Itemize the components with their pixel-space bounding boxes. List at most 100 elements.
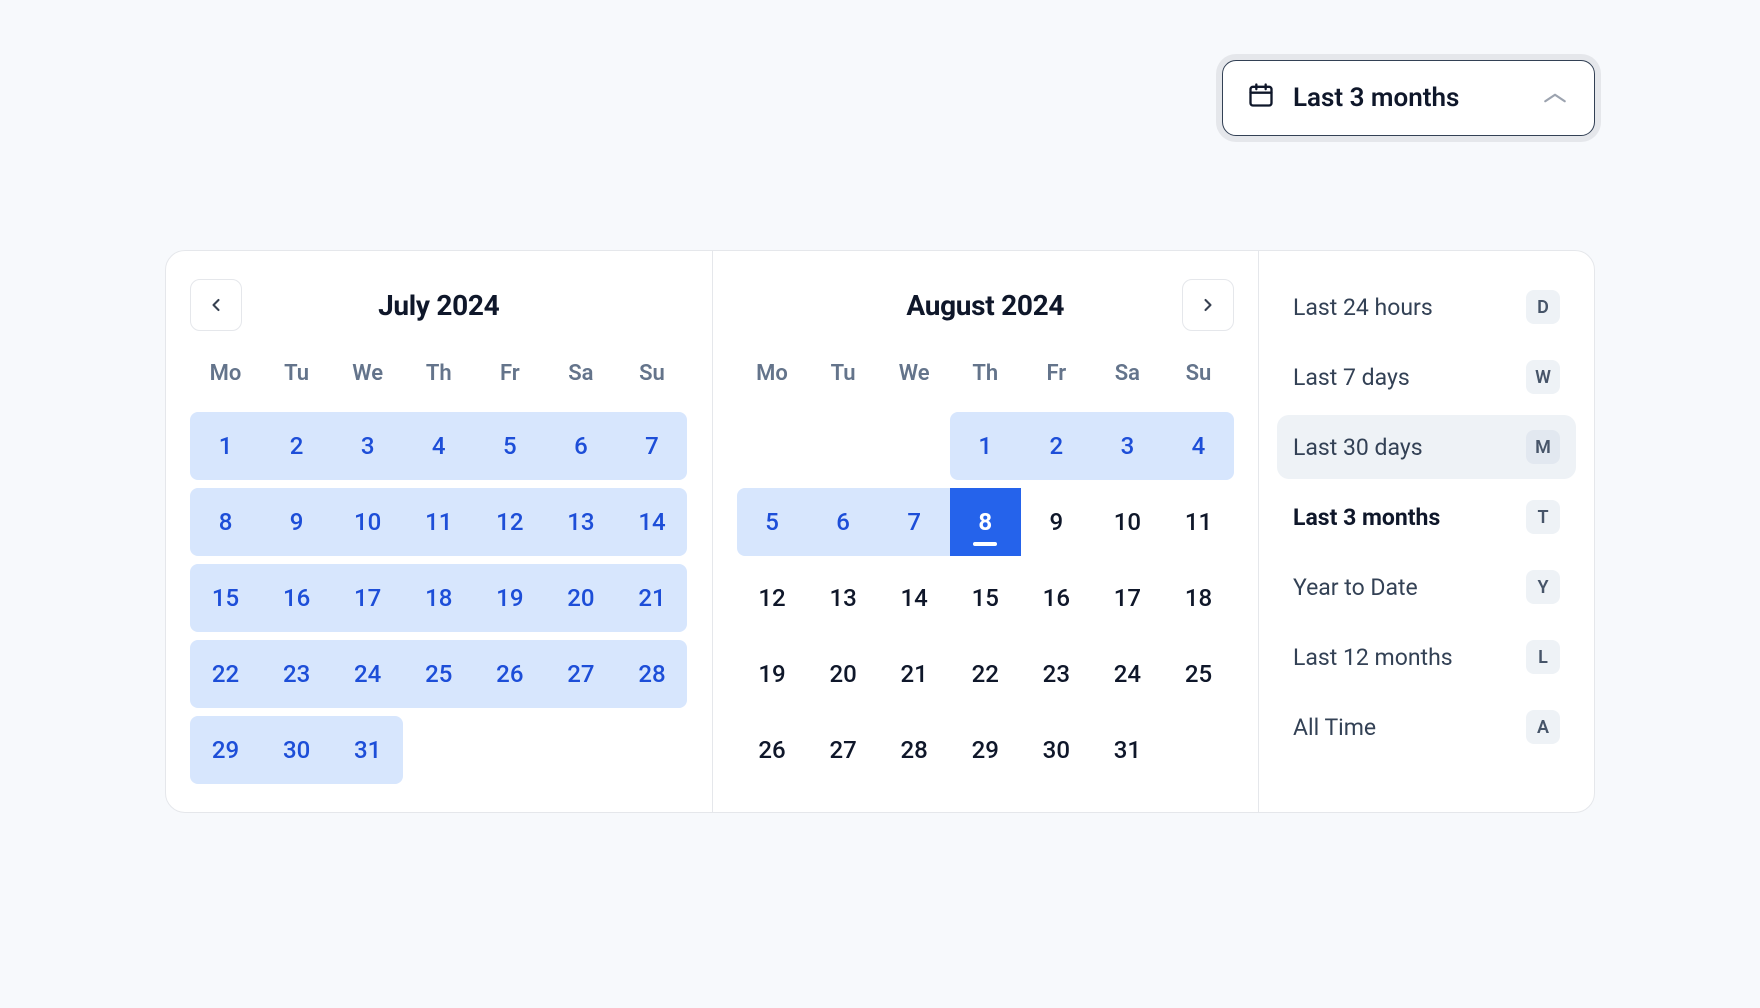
preset-option[interactable]: Last 30 daysM <box>1277 415 1576 479</box>
calendar-day[interactable]: 2 <box>1021 412 1092 480</box>
calendar-day[interactable]: 17 <box>332 564 403 632</box>
calendar-day <box>545 716 616 784</box>
preset-label: Last 3 months <box>1293 504 1440 531</box>
calendar-day[interactable]: 24 <box>1092 640 1163 708</box>
calendar-day[interactable]: 23 <box>261 640 332 708</box>
calendar-day[interactable]: 13 <box>808 564 879 632</box>
month-title: August 2024 <box>906 289 1064 322</box>
next-month-button[interactable] <box>1182 279 1234 331</box>
calendar-day[interactable]: 10 <box>332 488 403 556</box>
preset-option[interactable]: Year to Date Y <box>1277 555 1576 619</box>
calendar-day[interactable]: 15 <box>190 564 261 632</box>
calendar-day[interactable]: 3 <box>1092 412 1163 480</box>
calendar-day[interactable]: 27 <box>545 640 616 708</box>
calendar-day[interactable]: 16 <box>261 564 332 632</box>
calendar-day[interactable]: 29 <box>190 716 261 784</box>
calendar-day[interactable]: 11 <box>1163 488 1234 556</box>
calendar-day[interactable]: 31 <box>1092 716 1163 784</box>
weekday-header: Th <box>950 361 1021 404</box>
calendar-day[interactable]: 11 <box>403 488 474 556</box>
calendar-day[interactable]: 12 <box>737 564 808 632</box>
calendar-day[interactable]: 31 <box>332 716 403 784</box>
preset-label: Year to Date <box>1293 574 1418 601</box>
calendar-day[interactable]: 6 <box>545 412 616 480</box>
weekday-header: Th <box>403 361 474 404</box>
calendar-day[interactable]: 14 <box>616 488 687 556</box>
calendar-day[interactable]: 20 <box>545 564 616 632</box>
calendar-day[interactable]: 20 <box>808 640 879 708</box>
date-range-panel: July 2024MoTuWeThFrSaSu12345678910111213… <box>165 250 1595 813</box>
weekday-header: We <box>332 361 403 404</box>
preset-label: All Time <box>1293 714 1376 741</box>
calendar-day[interactable]: 12 <box>474 488 545 556</box>
preset-label: Last 30 days <box>1293 434 1423 461</box>
calendar-day[interactable]: 19 <box>737 640 808 708</box>
chevron-up-icon <box>1540 89 1570 107</box>
calendar-day[interactable]: 28 <box>616 640 687 708</box>
calendar-day[interactable]: 1 <box>950 412 1021 480</box>
date-range-trigger-label: Last 3 months <box>1293 83 1459 113</box>
calendar-day[interactable]: 1 <box>190 412 261 480</box>
calendar-day[interactable]: 9 <box>261 488 332 556</box>
calendar-day[interactable]: 9 <box>1021 488 1092 556</box>
calendar-day[interactable]: 13 <box>545 488 616 556</box>
calendar-day[interactable]: 18 <box>1163 564 1234 632</box>
calendar-day[interactable]: 5 <box>737 488 808 556</box>
calendar-day[interactable]: 4 <box>403 412 474 480</box>
weekday-header: Sa <box>545 361 616 404</box>
calendar-day-today[interactable]: 8 <box>950 488 1021 556</box>
preset-shortcut-key: A <box>1526 710 1560 744</box>
month-title: July 2024 <box>378 289 499 322</box>
calendar-day[interactable]: 27 <box>808 716 879 784</box>
calendar-day[interactable]: 26 <box>737 716 808 784</box>
weekday-header: Mo <box>737 361 808 404</box>
preset-option[interactable]: Last 24 hoursD <box>1277 275 1576 339</box>
calendar-day[interactable]: 30 <box>261 716 332 784</box>
calendar-day[interactable]: 4 <box>1163 412 1234 480</box>
calendar-day[interactable]: 22 <box>950 640 1021 708</box>
calendar-day[interactable]: 24 <box>332 640 403 708</box>
calendar-day[interactable]: 26 <box>474 640 545 708</box>
calendar-day[interactable]: 18 <box>403 564 474 632</box>
date-range-trigger[interactable]: Last 3 months <box>1222 60 1595 136</box>
calendar-day[interactable]: 14 <box>879 564 950 632</box>
calendar-day[interactable]: 7 <box>616 412 687 480</box>
calendar-day[interactable]: 29 <box>950 716 1021 784</box>
preset-option[interactable]: Last 7 daysW <box>1277 345 1576 409</box>
preset-option[interactable]: Last 12 months L <box>1277 625 1576 689</box>
calendar-day[interactable]: 7 <box>879 488 950 556</box>
calendar-day[interactable]: 25 <box>1163 640 1234 708</box>
weekday-header: Tu <box>261 361 332 404</box>
preset-option[interactable]: Last 3 monthsT <box>1277 485 1576 549</box>
calendar-day[interactable]: 8 <box>190 488 261 556</box>
calendar-day[interactable]: 5 <box>474 412 545 480</box>
calendar-day[interactable]: 21 <box>879 640 950 708</box>
calendar-day <box>808 412 879 480</box>
preset-shortcut-key: Y <box>1526 570 1560 604</box>
calendar-day <box>737 412 808 480</box>
calendar-day[interactable]: 3 <box>332 412 403 480</box>
weekday-header: Mo <box>190 361 261 404</box>
calendar-day[interactable]: 19 <box>474 564 545 632</box>
calendar-month: July 2024MoTuWeThFrSaSu12345678910111213… <box>166 251 712 812</box>
weekday-header: Su <box>616 361 687 404</box>
preset-label: Last 7 days <box>1293 364 1410 391</box>
calendar-day[interactable]: 2 <box>261 412 332 480</box>
calendar-day[interactable]: 17 <box>1092 564 1163 632</box>
calendar-day[interactable]: 16 <box>1021 564 1092 632</box>
calendar-day[interactable]: 23 <box>1021 640 1092 708</box>
calendar-day[interactable]: 28 <box>879 716 950 784</box>
preset-option[interactable]: All Time A <box>1277 695 1576 759</box>
preset-shortcut-key: L <box>1526 640 1560 674</box>
calendar-month: August 2024MoTuWeThFrSaSu123456789101112… <box>712 251 1259 812</box>
calendar-day[interactable]: 22 <box>190 640 261 708</box>
calendar-day[interactable]: 21 <box>616 564 687 632</box>
calendar-day[interactable]: 25 <box>403 640 474 708</box>
weekday-header: Sa <box>1092 361 1163 404</box>
calendar-day[interactable]: 6 <box>808 488 879 556</box>
calendar-day[interactable]: 30 <box>1021 716 1092 784</box>
prev-month-button[interactable] <box>190 279 242 331</box>
calendar-day[interactable]: 10 <box>1092 488 1163 556</box>
calendar-day[interactable]: 15 <box>950 564 1021 632</box>
preset-label: Last 12 months <box>1293 644 1453 671</box>
